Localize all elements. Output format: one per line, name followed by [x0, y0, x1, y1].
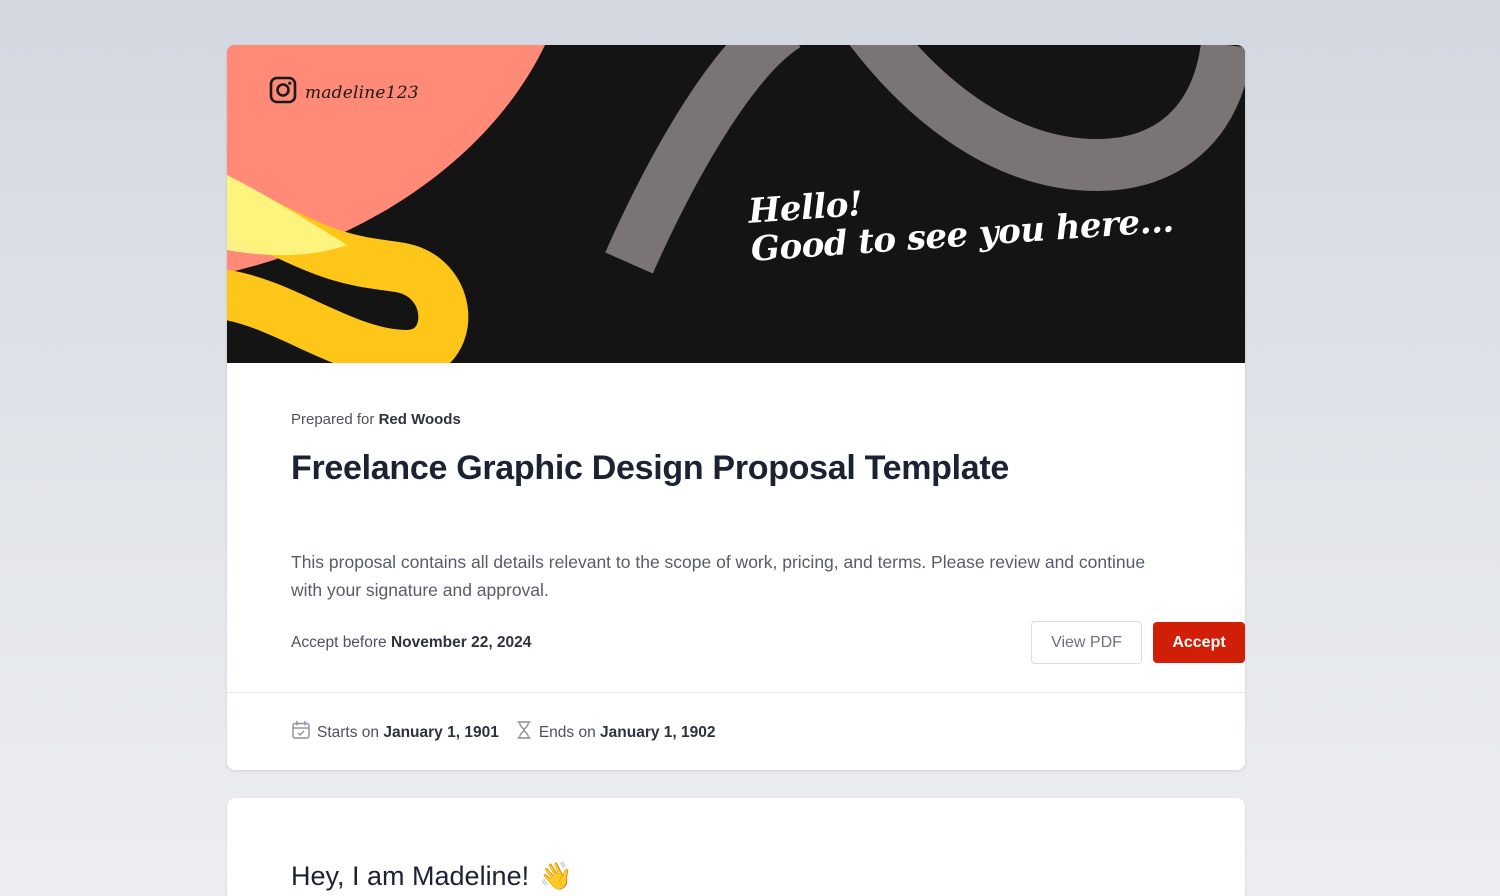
calendar-icon — [291, 720, 311, 745]
end-prefix: Ends on — [538, 723, 596, 741]
end-date: January 1, 1902 — [600, 723, 716, 741]
intro-heading-text: Hey, I am Madeline! — [291, 860, 530, 891]
accept-deadline: Accept before November 22, 2024 — [291, 634, 531, 652]
hourglass-icon — [515, 720, 533, 745]
prepared-for: Prepared for Red Woods — [291, 411, 461, 428]
start-date: January 1, 1901 — [383, 723, 499, 741]
end-date-item: Ends on January 1, 1902 — [515, 720, 716, 745]
client-name: Red Woods — [378, 411, 461, 428]
proposal-card: madeline123 Hello! Good to see you here.… — [227, 45, 1245, 770]
accept-button[interactable]: Accept — [1153, 622, 1245, 663]
view-pdf-button[interactable]: View PDF — [1031, 621, 1142, 664]
deadline-date: November 22, 2024 — [390, 634, 532, 651]
start-date-item: Starts on January 1, 1901 — [291, 720, 499, 745]
proposal-description: This proposal contains all details relev… — [291, 552, 1146, 600]
waving-hand-icon: 👋 — [539, 861, 573, 891]
page-title: Freelance Graphic Design Proposal Templa… — [291, 449, 1010, 487]
instagram-badge[interactable]: madeline123 — [269, 76, 419, 109]
cover-banner: madeline123 Hello! Good to see you here.… — [227, 45, 1245, 363]
instagram-handle: madeline123 — [305, 82, 419, 103]
instagram-icon — [269, 76, 297, 109]
deadline-prefix: Accept before — [291, 634, 387, 651]
start-prefix: Starts on — [317, 723, 380, 741]
prepared-prefix: Prepared for — [291, 411, 375, 428]
intro-heading: Hey, I am Madeline! 👋 — [291, 860, 573, 892]
schedule-row: Starts on January 1, 1901 Ends on Januar… — [291, 720, 716, 745]
intro-card: Hey, I am Madeline! 👋 — [227, 798, 1245, 896]
divider — [227, 692, 1245, 693]
